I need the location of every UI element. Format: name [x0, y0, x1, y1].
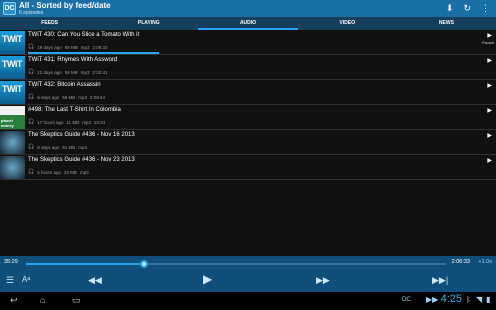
episode-thumbnail [0, 156, 25, 179]
app-icon[interactable]: DC [3, 2, 16, 15]
episode-duration: 23:24 [93, 119, 106, 125]
list-item[interactable]: The Skeptics Guide #436 - Nov 16 2013 🎧 … [0, 130, 496, 155]
episode-progress [28, 52, 160, 54]
play-button[interactable]: ▶ [203, 272, 212, 286]
episode-title: TWiT 432: Bitcoin Assassin [28, 82, 101, 88]
battery-icon: ▮ [486, 295, 491, 304]
playlist-icon[interactable]: ☰ [6, 275, 14, 286]
episode-thumbnail: TWiT [0, 81, 25, 104]
home-icon[interactable]: ⌂ [40, 295, 45, 305]
seek-handle[interactable] [139, 260, 148, 268]
bluetooth-icon: ᛒ [466, 295, 471, 304]
text-size-icon[interactable]: Aᵃ [22, 275, 30, 284]
list-item[interactable]: The Skeptics Guide #436 - Nov 23 2013 🎧 … [0, 155, 496, 180]
list-item[interactable]: TWiT TWiT 430: Can You Slice a Tomato Wi… [0, 30, 496, 55]
back-icon[interactable]: ↩ [10, 295, 18, 306]
headphones-icon: 🎧 [28, 44, 35, 50]
episode-list: TWiT TWiT 430: Can You Slice a Tomato Wi… [0, 30, 496, 182]
total-time: 2:06:33 [451, 259, 470, 265]
headphones-icon: 🎧 [28, 119, 35, 125]
episode-duration: 2:09:44 [90, 94, 106, 100]
episode-size: 32 MB [64, 169, 78, 175]
list-item[interactable]: TWiT TWiT 432: Bitcoin Assassin 🎧 5 days… [0, 80, 496, 105]
episode-duration: 2:20:41 [92, 69, 108, 75]
tab-audio[interactable]: AUDIO [198, 17, 298, 30]
episode-age: 5 days ago [37, 94, 60, 100]
episode-title: TWiT 431: Rhymes With Assword [28, 57, 118, 63]
play-icon[interactable]: ▶ [487, 82, 492, 89]
list-empty-area [0, 182, 496, 256]
recent-apps-icon[interactable]: ▭ [72, 295, 81, 306]
episode-type: mp3 [78, 94, 88, 100]
media-notification-icon[interactable]: ▶▶ [426, 295, 438, 304]
refresh-icon[interactable]: ↻ [463, 3, 471, 14]
tab-news[interactable]: NEWS [397, 17, 496, 30]
episode-size: 51 MB [62, 144, 76, 150]
skip-next-icon[interactable]: ▶▶| [432, 275, 448, 286]
episode-type: mp3 [80, 69, 90, 75]
headphones-icon: 🎧 [28, 169, 35, 175]
episode-age: 17 hours ago [37, 119, 64, 125]
elapsed-time: 35:29 [4, 259, 18, 265]
wifi-icon: ◥ [476, 295, 483, 304]
action-bar: DC All - Sorted by feed/date 6 episodes … [0, 0, 496, 17]
playback-speed[interactable]: +1.0x [478, 259, 492, 265]
episode-thumbnail: TWiT [0, 31, 25, 54]
episode-duration: 2:06:33 [92, 44, 108, 50]
player-bar: 35:29 2:06:33 +1.0x ☰ Aᵃ ◀◀ ▶ ▶▶ ▶▶| [0, 256, 496, 292]
tab-video[interactable]: VIDEO [298, 17, 397, 30]
speed-value: 1.0x [481, 259, 492, 265]
play-icon[interactable]: ▶ [487, 107, 492, 114]
episode-title: The Skeptics Guide #436 - Nov 16 2013 [28, 132, 135, 138]
episode-type: mp3 [78, 144, 88, 150]
play-icon[interactable]: ▶ [487, 132, 492, 139]
rewind-icon[interactable]: ◀◀ [88, 275, 102, 286]
system-nav-bar: ↩ ⌂ ▭ DC ▶▶ 4:25 ᛒ ◥ ▮ [0, 292, 496, 310]
episode-type: mp3 [80, 169, 89, 175]
clock: 4:25 [440, 293, 462, 305]
episode-size: 11 MB [66, 119, 80, 125]
episode-size: 58 MB [64, 69, 78, 75]
episode-age: 19 days ago [37, 44, 62, 50]
episode-count: 6 episodes [19, 10, 44, 16]
play-icon[interactable]: ▶ [487, 32, 492, 39]
download-icon[interactable]: ⬇ [446, 3, 454, 14]
episode-thumbnail: planet money [0, 106, 25, 129]
overflow-menu-icon[interactable]: ⋮ [481, 3, 490, 14]
headphones-icon: 🎧 [28, 69, 35, 75]
tab-bar: FEEDS PLAYING AUDIO VIDEO NEWS [0, 17, 496, 30]
episode-title: The Skeptics Guide #436 - Nov 23 2013 [28, 157, 135, 163]
seek-progress [26, 263, 144, 265]
status-badge: Paused [482, 41, 494, 45]
episode-thumbnail: TWiT [0, 56, 25, 79]
dc-notification-icon[interactable]: DC [402, 297, 411, 303]
episode-size: 59 MB [62, 94, 76, 100]
episode-title: TWiT 430: Can You Slice a Tomato With it [28, 32, 140, 38]
episode-type: mp3 [80, 44, 90, 50]
page-title: All - Sorted by feed/date [19, 1, 111, 10]
tab-playing[interactable]: PLAYING [99, 17, 198, 30]
tab-feeds[interactable]: FEEDS [0, 17, 99, 30]
episode-age: 5 hours ago [37, 169, 62, 175]
episode-thumbnail [0, 131, 25, 154]
fast-forward-icon[interactable]: ▶▶ [316, 275, 330, 286]
seek-bar[interactable] [26, 260, 446, 268]
list-item[interactable]: TWiT TWiT 431: Rhymes With Assword 🎧 12 … [0, 55, 496, 80]
list-item[interactable]: planet money #498: The Last T-Shirt In C… [0, 105, 496, 130]
play-icon[interactable]: ▶ [487, 157, 492, 164]
episode-age: 12 days ago [37, 69, 62, 75]
episode-age: 8 days ago [37, 144, 60, 150]
headphones-icon: 🎧 [28, 144, 35, 150]
episode-title: #498: The Last T-Shirt In Colombia [28, 107, 121, 113]
headphones-icon: 🎧 [28, 94, 35, 100]
episode-type: mp3 [82, 119, 91, 125]
play-icon[interactable]: ▶ [487, 57, 492, 64]
episode-size: 69 MB [64, 44, 78, 50]
